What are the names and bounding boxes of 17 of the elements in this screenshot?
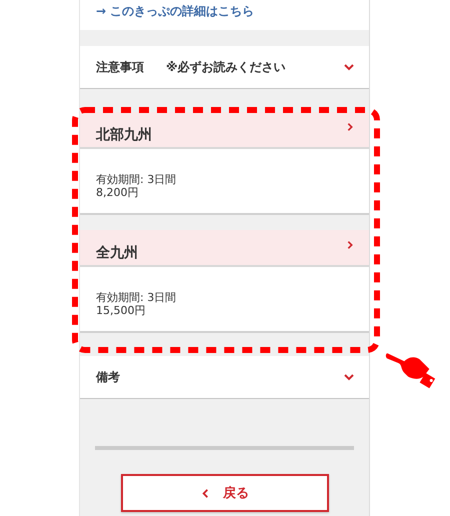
chevron-left-icon: [200, 488, 211, 498]
validity-text: 有効期間: 3日間: [96, 291, 178, 304]
validity-text: 有効期間: 3日間: [96, 173, 178, 186]
accordion-header[interactable]: 備考: [80, 356, 369, 399]
section-title: 備考: [96, 368, 120, 386]
chevron-right-icon: [345, 240, 355, 250]
section-title: 注意事項: [96, 58, 144, 76]
ticket-header[interactable]: 全九州: [80, 230, 369, 267]
notice-text: ※必ずお読みください: [166, 58, 286, 76]
ticket-header[interactable]: 北部九州: [80, 112, 369, 149]
price-text: 15,500円: [96, 304, 146, 317]
chevron-right-icon: [345, 122, 355, 132]
ticket-name: 北部九州: [96, 126, 152, 144]
back-button[interactable]: 戻る: [120, 474, 328, 512]
ticket-name: 全九州: [96, 244, 138, 262]
accordion-header[interactable]: 注意事項 ※必ずお読みください: [80, 46, 369, 89]
price-text: 8,200円: [96, 186, 140, 199]
